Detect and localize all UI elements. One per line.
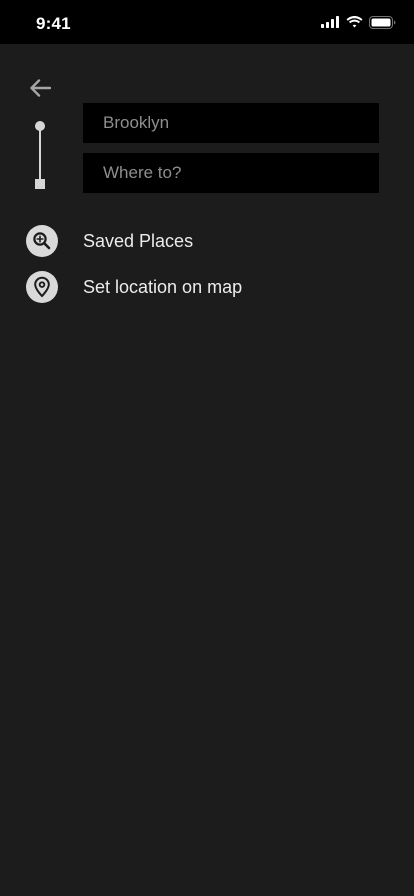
wifi-icon [346,16,363,28]
set-location-label: Set location on map [83,276,243,297]
destination-input[interactable] [83,153,379,193]
status-bar: 9:41 [0,0,414,44]
status-icons [321,15,396,29]
saved-places-item[interactable]: Saved Places [26,223,386,259]
back-button[interactable] [26,76,54,104]
cellular-signal-icon [321,16,340,28]
destination-square-icon [35,179,45,189]
arrow-left-icon [29,78,52,102]
saved-places-search-icon [26,225,58,257]
set-location-on-map-item[interactable]: Set location on map [26,269,386,305]
status-time: 9:41 [36,14,71,33]
battery-icon [369,15,396,29]
origin-input[interactable] [83,103,379,143]
map-pin-icon [26,271,58,303]
route-indicator [33,120,47,190]
route-line [39,129,41,181]
saved-places-label: Saved Places [83,230,194,251]
